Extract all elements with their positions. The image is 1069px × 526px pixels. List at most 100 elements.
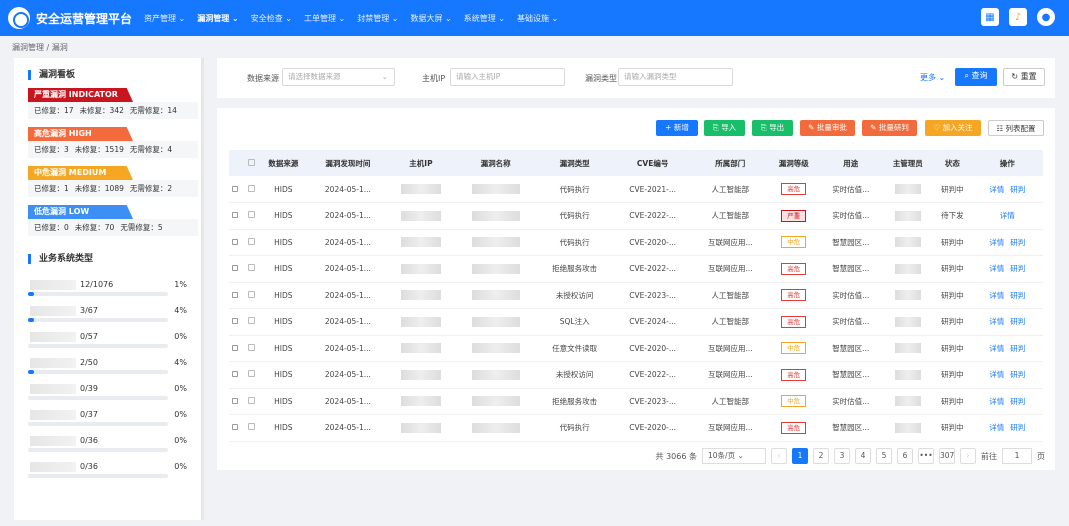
page-size-select[interactable]: 10条/页 ⌄ <box>702 448 766 464</box>
page-unit-label: 页 <box>1037 451 1045 461</box>
page-button[interactable]: 307 <box>939 448 955 464</box>
page-button[interactable]: 5 <box>876 448 892 464</box>
ops-cell: 详情 研判 <box>971 282 1043 309</box>
name-cell-redacted <box>454 335 537 362</box>
judge-link[interactable]: 研判 <box>1010 238 1025 247</box>
nav-item[interactable]: 系统管理 ⌄ <box>464 13 505 24</box>
judge-link[interactable]: 研判 <box>1010 264 1025 273</box>
column-config-button[interactable]: ☷ 列表配置 <box>988 120 1044 136</box>
batch-approve-button[interactable]: ✎ 批量审批 <box>800 120 855 136</box>
follow-button[interactable]: ♡ 加入关注 <box>925 120 981 136</box>
row-checkbox[interactable] <box>248 211 256 219</box>
ops-cell: 详情 研判 <box>971 308 1043 336</box>
source-select[interactable]: 请选择数据来源 ⌄ <box>282 68 395 86</box>
type-cell: 任意文件读取 <box>536 335 613 362</box>
detail-link[interactable]: 详情 <box>989 397 1004 406</box>
detail-link[interactable]: 详情 <box>989 344 1004 353</box>
detail-link[interactable]: 详情 <box>989 264 1004 273</box>
row-checkbox[interactable] <box>248 264 256 272</box>
more-filters-button[interactable]: 更多 ⌄ <box>920 72 945 83</box>
judge-link[interactable]: 研判 <box>1010 185 1025 194</box>
biz-row[interactable]: 0/36 0% <box>28 456 187 482</box>
lock-icon <box>232 371 239 378</box>
row-checkbox[interactable] <box>248 396 256 404</box>
biz-row[interactable]: 2/50 4% <box>28 352 187 378</box>
ip-cell-redacted <box>386 335 455 362</box>
biz-row[interactable]: 0/36 0% <box>28 430 187 456</box>
biz-row[interactable]: 3/67 4% <box>28 300 187 326</box>
detail-link[interactable]: 详情 <box>989 370 1004 379</box>
level-card: 低危漏洞 LOW 已修复：0 未修复：70 无需修复：5 <box>28 205 198 236</box>
detail-link[interactable]: 详情 <box>989 185 1004 194</box>
nav-item[interactable]: 资产管理 ⌄ <box>144 13 185 24</box>
nav-item[interactable]: 工单管理 ⌄ <box>304 13 345 24</box>
query-button[interactable]: ⌕ 查询 <box>955 68 997 86</box>
source-label: 数据来源 <box>247 74 279 83</box>
main-panel: + 新增 ⎘ 导入 ⎘ 导出 ✎ 批量审批 ✎ 批量研判 ♡ 加入关注 ☷ 列表… <box>217 108 1055 470</box>
type-cell: 拒绝服务攻击 <box>536 388 613 415</box>
biz-row[interactable]: 0/57 0% <box>28 326 187 352</box>
batch-judge-button[interactable]: ✎ 批量研判 <box>862 120 917 136</box>
import-button[interactable]: ⎘ 导入 <box>704 120 745 136</box>
biz-row[interactable]: 12/1076 1% <box>28 274 187 300</box>
bell-icon[interactable]: ♪ <box>1009 8 1027 26</box>
row-checkbox[interactable] <box>248 343 256 351</box>
judge-link[interactable]: 研判 <box>1010 344 1025 353</box>
select-all-checkbox[interactable] <box>248 158 256 166</box>
page-button[interactable]: 6 <box>897 448 913 464</box>
row-checkbox[interactable] <box>248 370 256 378</box>
nav-item[interactable]: 安全检查 ⌄ <box>251 13 292 24</box>
row-checkbox[interactable] <box>248 290 256 298</box>
nav-item[interactable]: 基础设施 ⌄ <box>517 13 558 24</box>
cve-cell: CVE-2022-... <box>612 255 693 283</box>
detail-link[interactable]: 详情 <box>989 317 1004 326</box>
type-input[interactable]: 请输入漏洞类型 <box>618 68 733 86</box>
page-button[interactable]: 1 <box>792 448 808 464</box>
breadcrumb: 漏洞管理 / 漏洞 <box>12 43 68 52</box>
apps-grid-icon[interactable]: ▦ <box>981 8 999 26</box>
biz-row[interactable]: 0/39 0% <box>28 378 187 404</box>
judge-link[interactable]: 研判 <box>1010 397 1025 406</box>
detail-link[interactable]: 详情 <box>989 423 1004 432</box>
export-button[interactable]: ⎘ 导出 <box>752 120 793 136</box>
ip-cell-redacted <box>386 361 455 389</box>
detail-link[interactable]: 详情 <box>989 238 1004 247</box>
row-checkbox[interactable] <box>248 317 256 325</box>
judge-link[interactable]: 研判 <box>1010 317 1025 326</box>
dept-cell: 人工智能部 <box>692 388 769 415</box>
dept-cell: 互联网应用... <box>692 255 769 283</box>
row-checkbox[interactable] <box>248 423 256 431</box>
page-button[interactable]: ••• <box>918 448 934 464</box>
reset-button[interactable]: ↻ 重置 <box>1003 68 1045 86</box>
use-cell: 实时估值... <box>819 202 883 230</box>
detail-link[interactable]: 详情 <box>989 291 1004 300</box>
biz-pct: 0% <box>174 436 187 445</box>
add-button[interactable]: + 新增 <box>656 120 698 136</box>
ip-input[interactable]: 请输入主机IP <box>450 68 565 86</box>
next-page-button[interactable]: › <box>960 448 976 464</box>
nav-item[interactable]: 封禁管理 ⌄ <box>357 13 398 24</box>
row-checkbox[interactable] <box>248 237 256 245</box>
nav-item[interactable]: 漏洞管理 ⌄ <box>197 13 239 24</box>
row-checkbox[interactable] <box>248 184 256 192</box>
use-cell: 智慧园区... <box>819 414 883 442</box>
admin-cell-redacted <box>882 308 934 336</box>
level-cell: 中危 <box>768 388 820 415</box>
biz-progress <box>28 474 168 478</box>
detail-link[interactable]: 详情 <box>1000 211 1015 220</box>
user-avatar-icon[interactable]: ● <box>1037 8 1055 26</box>
page-button[interactable]: 2 <box>813 448 829 464</box>
lock-cell <box>229 414 246 442</box>
nav-item[interactable]: 数据大屏 ⌄ <box>411 13 452 24</box>
prev-page-button[interactable]: ‹ <box>771 448 787 464</box>
judge-link[interactable]: 研判 <box>1010 370 1025 379</box>
judge-link[interactable]: 研判 <box>1010 291 1025 300</box>
page-button[interactable]: 4 <box>855 448 871 464</box>
biz-pct: 4% <box>174 306 187 315</box>
page-button[interactable]: 3 <box>834 448 850 464</box>
checkbox-cell <box>245 414 258 442</box>
biz-row[interactable]: 0/37 0% <box>28 404 187 430</box>
goto-page-input[interactable]: 1 <box>1002 448 1032 464</box>
judge-link[interactable]: 研判 <box>1010 423 1025 432</box>
level-badge: 高危 <box>781 183 807 195</box>
